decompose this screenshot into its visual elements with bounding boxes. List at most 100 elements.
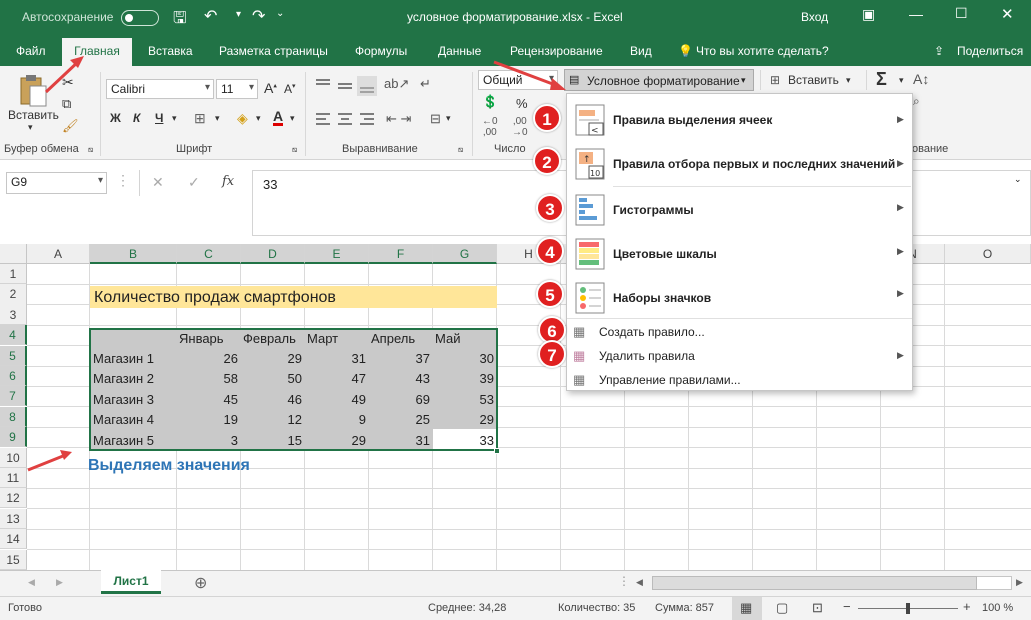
tab-page-layout[interactable]: Разметка страницы (219, 44, 328, 58)
row-header[interactable]: 11 (0, 468, 27, 488)
column-header[interactable]: F (369, 244, 433, 264)
column-header[interactable]: D (241, 244, 305, 264)
cancel-icon[interactable]: ✕ (152, 174, 164, 191)
paste-dropdown-icon[interactable]: ▾ (28, 122, 33, 133)
tell-me-search[interactable]: Что вы хотите сделать? (696, 44, 829, 58)
row-header[interactable]: 9 (0, 427, 27, 448)
sheet-title-cell[interactable]: Количество продаж смартфонов (90, 286, 497, 308)
tab-view[interactable]: Вид (630, 44, 652, 58)
column-header[interactable]: B (90, 244, 177, 264)
row-header[interactable]: 14 (0, 529, 27, 550)
menu-item-icon-sets[interactable]: Наборы значков ▶ (567, 278, 912, 318)
row-header[interactable]: 13 (0, 508, 27, 529)
row-header[interactable]: 15 (0, 549, 27, 570)
vertical-align-icons[interactable] (314, 76, 394, 96)
conditional-formatting-button[interactable]: ▤ Условное форматирование ▾ (564, 69, 754, 91)
select-all-corner[interactable] (0, 244, 27, 264)
clipboard-launcher-icon[interactable]: ⧅ (88, 145, 93, 155)
indent-icons[interactable]: ⇤ ⇥ (386, 111, 411, 127)
decrease-decimal-icon[interactable]: ,00 →0 (512, 116, 528, 138)
alignment-launcher-icon[interactable]: ⧅ (458, 145, 463, 155)
underline-dropdown-icon[interactable]: ▾ (172, 113, 177, 124)
hscroll-left-icon[interactable]: ◀ (636, 577, 643, 588)
fill-color-icon[interactable]: ◈ (237, 110, 248, 127)
currency-icon[interactable]: 💲 (482, 94, 498, 110)
merge-center-icon[interactable]: ⊟ (430, 111, 441, 127)
insert-cells-icon[interactable]: ⊞ (770, 73, 780, 87)
menu-item-color-scales[interactable]: Цветовые шкалы ▶ (567, 234, 912, 274)
share-icon[interactable]: ⇪ (934, 44, 944, 58)
menu-item-clear-rules[interactable]: ▦ Удалить правила ▶ (567, 346, 912, 368)
fill-color-dropdown-icon[interactable]: ▾ (256, 113, 261, 124)
orientation-icon[interactable]: ab↗ (384, 76, 409, 92)
horizontal-align-icons[interactable] (314, 110, 394, 130)
undo-dropdown-icon[interactable]: ▾ (236, 9, 241, 20)
underline-button[interactable]: Ч (155, 111, 163, 125)
menu-item-manage-rules[interactable]: ▦ Управление правилами... (567, 370, 912, 392)
name-box[interactable]: G9 (6, 172, 107, 194)
column-header[interactable]: G (433, 244, 497, 264)
tab-data[interactable]: Данные (438, 44, 481, 58)
sort-filter-icon[interactable]: A↕ (913, 71, 929, 87)
row-header[interactable]: 1 (0, 264, 27, 284)
borders-icon[interactable]: ⊞ (194, 110, 206, 127)
tab-splitter-icon[interactable]: ⋮ (618, 574, 630, 588)
zoom-in-icon[interactable]: + (963, 599, 971, 614)
tab-formulas[interactable]: Формулы (355, 44, 407, 58)
row-header[interactable]: 10 (0, 447, 27, 468)
row-header[interactable]: 2 (0, 284, 27, 307)
font-name-select[interactable]: Calibri (106, 79, 214, 99)
grow-font-icon[interactable]: A▴ (264, 80, 277, 96)
sheet-tab-list1[interactable]: Лист1 (101, 570, 161, 594)
font-size-select[interactable]: 11 (216, 79, 258, 99)
add-sheet-icon[interactable]: ⊕ (194, 573, 207, 593)
merge-dropdown-icon[interactable]: ▾ (446, 113, 451, 124)
signin-link[interactable]: Вход (801, 10, 828, 24)
format-painter-icon[interactable]: 🖌 (62, 118, 79, 134)
italic-button[interactable]: К (133, 111, 140, 125)
insert-dropdown-icon[interactable]: ▾ (846, 75, 851, 86)
close-icon[interactable]: ✕ (1001, 5, 1014, 23)
row-header[interactable]: 6 (0, 366, 27, 386)
autosave-toggle[interactable] (121, 10, 159, 26)
row-header[interactable]: 3 (0, 304, 27, 325)
font-launcher-icon[interactable]: ⧅ (292, 145, 297, 155)
row-header[interactable]: 8 (0, 406, 27, 427)
menu-item-highlight-rules[interactable]: < Правила выделения ячеек ▶ (567, 100, 912, 140)
bold-button[interactable]: Ж (110, 111, 121, 125)
row-header[interactable]: 12 (0, 488, 27, 509)
menu-item-new-rule[interactable]: ▦ Создать правило... (567, 322, 912, 344)
hscroll-right-icon[interactable]: ▶ (1016, 577, 1023, 588)
paste-button[interactable]: Вставить (8, 108, 59, 122)
borders-dropdown-icon[interactable]: ▾ (215, 113, 220, 124)
undo-icon[interactable]: ↶ (204, 6, 217, 26)
enter-icon[interactable]: ✓ (188, 174, 200, 191)
insert-cells-button[interactable]: Вставить (788, 73, 839, 87)
page-break-view-icon[interactable]: ⊡ (812, 600, 823, 616)
menu-item-top-bottom-rules[interactable]: ↑ 10 Правила отбора первых и последних зн… (567, 144, 912, 184)
font-color-dropdown-icon[interactable]: ▾ (290, 113, 295, 124)
horizontal-scroll-thumb[interactable] (652, 576, 977, 590)
insert-function-icon[interactable]: fx (222, 174, 234, 189)
percent-button[interactable]: % (516, 96, 528, 111)
column-header[interactable]: O (945, 244, 1031, 264)
scroll-right-icon[interactable]: ▶ (56, 577, 63, 588)
redo-icon[interactable]: ↷ (252, 6, 265, 26)
customize-qat-icon[interactable]: ⌄ (276, 8, 284, 19)
column-header[interactable]: E (305, 244, 369, 264)
zoom-out-icon[interactable]: − (843, 599, 851, 614)
column-header[interactable]: C (177, 244, 241, 264)
autosum-dropdown-icon[interactable]: ▾ (899, 75, 904, 86)
zoom-slider-thumb[interactable] (906, 603, 910, 614)
maximize-icon[interactable]: ☐ (955, 5, 968, 22)
font-color-button[interactable]: A (273, 109, 284, 126)
save-icon[interactable]: 🖫 (173, 7, 187, 34)
ribbon-options-icon[interactable]: ▣ (862, 6, 875, 23)
menu-item-data-bars[interactable]: Гистограммы ▶ (567, 190, 912, 230)
autosum-button[interactable]: Σ (876, 69, 887, 90)
zoom-level[interactable]: 100 % (982, 602, 1013, 614)
expand-formula-bar-icon[interactable]: ⌄ (1014, 174, 1022, 185)
normal-view-icon[interactable]: ▦ (740, 600, 752, 616)
copy-icon[interactable]: ⧉ (62, 96, 71, 112)
wrap-text-icon[interactable]: ↵ (420, 76, 431, 92)
